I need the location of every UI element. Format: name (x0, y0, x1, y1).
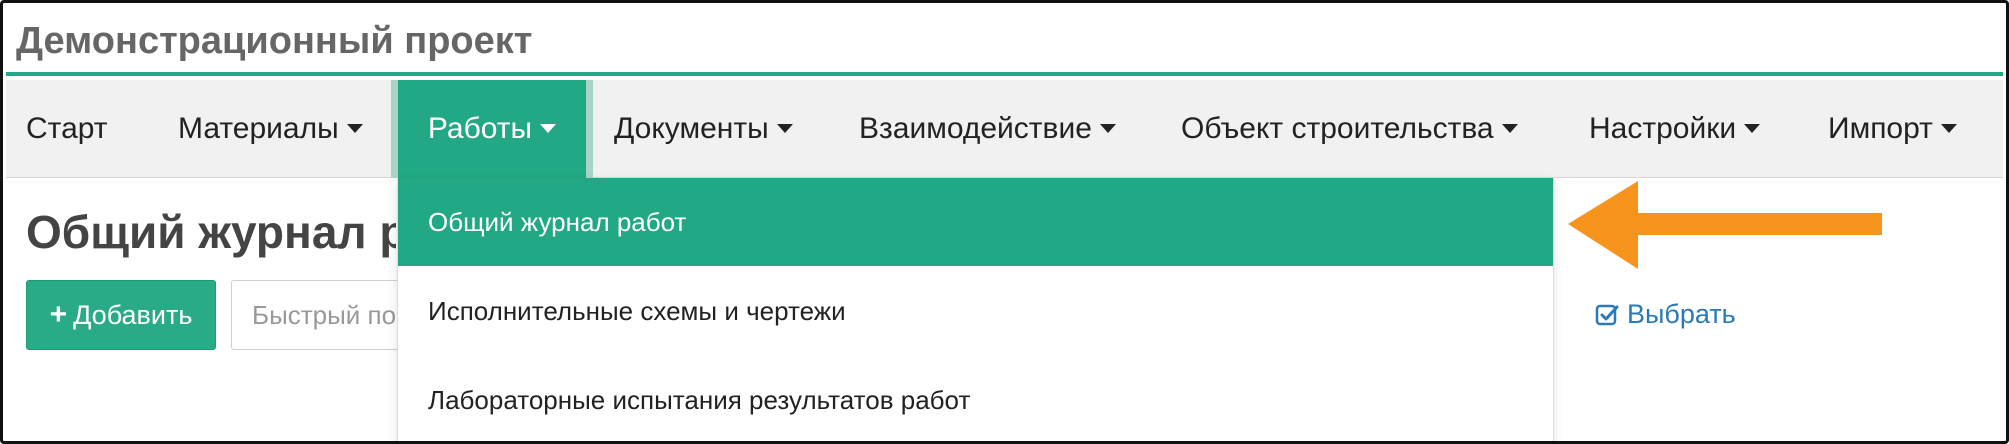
caret-down-icon (776, 123, 793, 133)
caret-down-icon (1744, 123, 1761, 133)
nav-item-label: Настройки (1589, 112, 1737, 145)
nav-item-materials[interactable]: Материалы (178, 80, 363, 178)
add-button[interactable]: + Добавить (26, 280, 216, 350)
nav-item-start[interactable]: Старт (26, 80, 108, 178)
page-title: Общий журнал работ (26, 206, 396, 258)
works-dropdown-menu: Общий журнал работ Исполнительные схемы … (397, 178, 1554, 441)
nav-item-settings[interactable]: Настройки (1589, 80, 1761, 178)
app-header: Демонстрационный проект (6, 6, 2003, 76)
caret-down-icon (1099, 123, 1116, 133)
caret-down-icon (1501, 123, 1518, 133)
nav-item-label: Объект строительства (1181, 112, 1494, 145)
nav-item-label: Материалы (178, 112, 339, 145)
nav-item-label: Документы (614, 112, 769, 145)
app-title: Демонстрационный проект (16, 20, 533, 62)
add-button-label: Добавить (73, 299, 193, 330)
arrow-left-icon (1568, 181, 1882, 269)
dropdown-item-general-journal[interactable]: Общий журнал работ (398, 178, 1553, 266)
check-square-icon (1595, 304, 1619, 325)
nav-item-interaction[interactable]: Взаимодействие (859, 80, 1116, 178)
caret-down-icon (346, 123, 363, 133)
nav-item-label: Импорт (1828, 112, 1933, 145)
nav-item-construction-object[interactable]: Объект строительства (1181, 80, 1518, 178)
main-navbar: Старт Материалы Работы Документы Взаимод… (6, 80, 2003, 178)
select-link[interactable]: Выбрать (1595, 299, 1736, 330)
dropdown-item-lab-tests[interactable]: Лабораторные испытания результатов работ (398, 356, 1553, 441)
nav-item-documents[interactable]: Документы (614, 80, 793, 178)
nav-item-import[interactable]: Импорт (1828, 80, 1957, 178)
caret-down-icon (540, 123, 557, 133)
app-window: Демонстрационный проект Старт Материалы … (0, 0, 2009, 444)
dropdown-item-schemes-drawings[interactable]: Исполнительные схемы и чертежи (398, 267, 1553, 355)
plus-icon: + (49, 298, 68, 331)
caret-down-icon (1940, 123, 1957, 133)
nav-item-label: Работы (427, 112, 533, 145)
select-link-label: Выбрать (1627, 299, 1736, 329)
dropdown-item-label: Лабораторные испытания результатов работ (428, 384, 971, 415)
nav-item-works[interactable]: Работы (391, 80, 593, 178)
nav-item-label: Взаимодействие (859, 112, 1092, 145)
nav-item-label: Старт (26, 112, 108, 145)
dropdown-item-label: Исполнительные схемы и чертежи (428, 295, 846, 326)
dropdown-item-label: Общий журнал работ (428, 206, 687, 237)
